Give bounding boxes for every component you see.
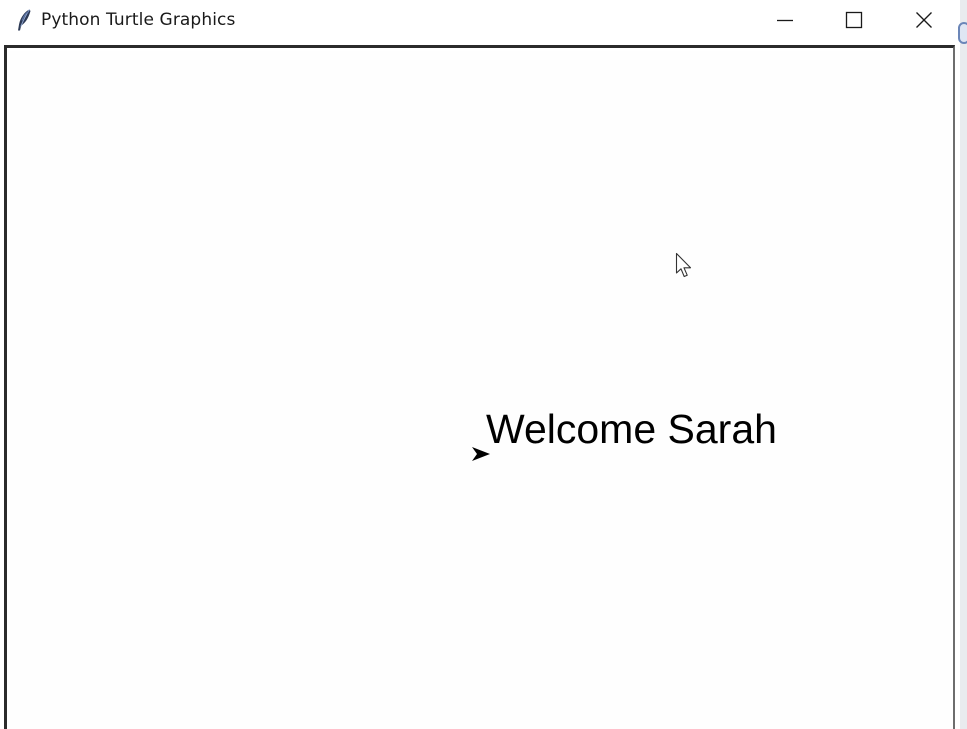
window-title: Python Turtle Graphics — [41, 10, 236, 30]
close-button[interactable] — [894, 0, 954, 40]
title-bar[interactable]: Python Turtle Graphics — [0, 0, 960, 40]
mouse-pointer-icon — [675, 252, 695, 282]
turtle-window: Python Turtle Graphics Welcome Sarah — [0, 0, 967, 729]
maximize-icon — [845, 11, 863, 29]
turtle-arrow-icon — [471, 445, 491, 463]
adjacent-window-edge — [960, 0, 967, 729]
close-icon — [915, 11, 933, 29]
feather-icon — [14, 8, 34, 32]
welcome-text: Welcome Sarah — [486, 406, 777, 452]
minimize-icon — [776, 11, 794, 29]
adjacent-window-control — [958, 22, 967, 44]
maximize-button[interactable] — [824, 0, 884, 40]
minimize-button[interactable] — [755, 0, 815, 40]
turtle-canvas-frame: Welcome Sarah — [4, 45, 955, 729]
turtle-canvas[interactable]: Welcome Sarah — [10, 51, 953, 729]
